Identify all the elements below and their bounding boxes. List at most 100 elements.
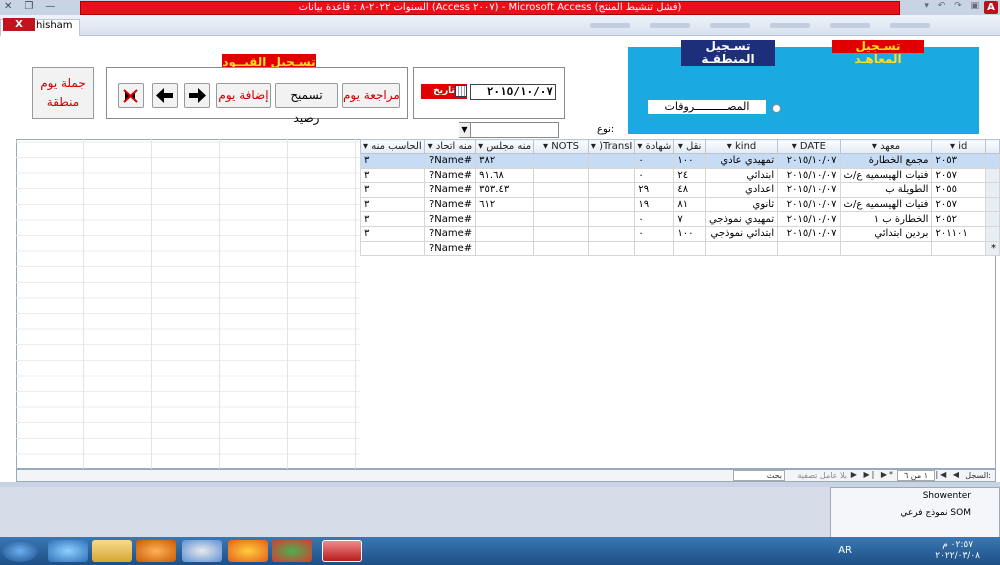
table-cell[interactable]: ٢٠١١٠١ — [931, 225, 986, 242]
table-cell[interactable]: ٢٠٥٧ — [931, 196, 986, 213]
search-input[interactable]: بحث — [733, 470, 785, 481]
col-computer[interactable]: الحاسب منه ▾ — [360, 139, 425, 154]
access-logo-icon[interactable]: A — [984, 1, 998, 14]
restore-window-icon[interactable]: ❐ — [24, 1, 33, 12]
delete-record-button[interactable] — [118, 83, 144, 108]
filter-label[interactable]: بلا عامل تصفية — [797, 471, 847, 480]
table-cell[interactable] — [587, 182, 636, 198]
table-cell[interactable] — [475, 225, 535, 242]
previous-record-button[interactable] — [152, 83, 178, 108]
table-cell[interactable] — [587, 153, 636, 169]
add-day-button[interactable]: إضافة يوم — [216, 83, 271, 108]
table-cell[interactable] — [533, 167, 589, 184]
table-cell[interactable]: تمهيدي نموذجي — [704, 211, 779, 227]
table-cell[interactable]: ٢٠١٥/١٠/٠٧ — [777, 182, 841, 198]
table-cell[interactable]: ٣٥٣.٤٣ — [475, 182, 535, 198]
close-window-icon[interactable]: ✕ — [4, 1, 12, 12]
table-cell[interactable] — [931, 240, 986, 257]
table-cell[interactable]: ابتدائي — [704, 167, 779, 184]
table-cell[interactable]: ٠ — [634, 153, 675, 169]
table-cell[interactable] — [704, 240, 779, 257]
date-input[interactable]: ٢٠١٥/١٠/٠٧ — [470, 84, 556, 100]
col-id[interactable]: id ▾ — [931, 139, 986, 154]
calendar-icon[interactable] — [455, 85, 467, 97]
table-cell[interactable] — [587, 225, 636, 242]
chevron-down-icon[interactable]: ▼ — [459, 123, 471, 137]
col-council[interactable]: منه مجلس ▾ — [475, 139, 535, 154]
type-combo[interactable] — [459, 122, 559, 138]
access-taskbar-icon[interactable] — [322, 540, 362, 562]
row-selector[interactable] — [984, 167, 1000, 184]
col-certificate[interactable]: شهادة ▾ — [634, 139, 675, 154]
table-cell[interactable]: ٠ — [634, 225, 675, 242]
table-cell[interactable]: ٧ — [673, 211, 706, 227]
preview-item[interactable]: Showenter — [831, 488, 999, 505]
table-cell[interactable]: #Name? — [423, 167, 477, 184]
ie-icon[interactable] — [48, 540, 88, 562]
start-button-icon[interactable] — [2, 540, 38, 562]
quick-access-toolbar[interactable]: ▾ ↶ ↷ ▣ — [902, 1, 982, 14]
table-cell[interactable]: الخطارة ب ١ — [839, 211, 933, 227]
preview-item[interactable]: نموذج فرعي SOM — [831, 505, 999, 522]
table-cell[interactable]: ٢٠١٥/١٠/٠٧ — [777, 153, 841, 169]
col-notes[interactable]: NOTS ▾ — [533, 139, 589, 154]
table-row[interactable]: * #Name? — [360, 240, 1000, 257]
table-cell[interactable]: ٢٩ — [634, 182, 675, 198]
review-day-button[interactable]: مراجعة يوم — [342, 83, 400, 108]
table-cell[interactable]: #Name? — [423, 182, 477, 198]
table-cell[interactable]: ٣ — [360, 211, 425, 227]
table-cell[interactable]: ثانوي — [704, 196, 779, 213]
table-cell[interactable]: #Name? — [423, 211, 477, 227]
day-summary-button[interactable]: جملة يوم منطقة — [32, 67, 94, 119]
table-cell[interactable]: #Name? — [423, 240, 477, 257]
table-cell[interactable] — [475, 240, 535, 257]
table-cell[interactable]: ٣ — [360, 225, 425, 242]
col-transl[interactable]: TransI( ▾ — [587, 139, 636, 154]
row-selector[interactable] — [984, 211, 1000, 227]
system-clock[interactable]: ٠٢:٥٧ م ٢٠٢٢/٠٣/٠٨ — [935, 540, 980, 562]
table-cell[interactable] — [533, 153, 589, 169]
table-cell[interactable]: ٢٠٥٣ — [931, 153, 986, 169]
media-player-icon[interactable] — [136, 540, 176, 562]
table-cell[interactable]: ٣٨٢ — [475, 153, 535, 169]
table-cell[interactable]: تمهيدي عادي — [704, 153, 779, 169]
table-cell[interactable] — [587, 167, 636, 184]
table-row[interactable]: ٢٠٥٢ الخطارة ب ١ ٢٠١٥/١٠/٠٧ تمهيدي نموذجي ٧ ٠… — [360, 211, 1000, 227]
ribbon-tabs[interactable] — [580, 20, 940, 32]
table-cell[interactable]: #Name? — [423, 153, 477, 169]
table-cell[interactable]: ٨١ — [673, 196, 706, 213]
record-position[interactable]: ١ من ٦ — [897, 470, 935, 481]
table-cell[interactable]: الطويلة ب — [839, 182, 933, 198]
chrome-alt-icon[interactable] — [182, 540, 222, 562]
table-cell[interactable] — [839, 240, 933, 257]
table-cell[interactable]: ٢٠١٥/١٠/٠٧ — [777, 225, 841, 242]
table-cell[interactable]: ٣ — [360, 153, 425, 169]
firefox-icon[interactable] — [228, 540, 268, 562]
table-cell[interactable]: #Name? — [423, 196, 477, 213]
table-cell[interactable]: بردين ابتدائي — [839, 225, 933, 242]
next-record-icon[interactable]: ▶ ▶| ▶* — [851, 470, 895, 479]
first-record-icon[interactable]: |◀ ◀ — [935, 470, 961, 479]
row-selector[interactable]: * — [984, 240, 1000, 257]
col-transfer[interactable]: نقل ▾ — [673, 139, 706, 154]
table-cell[interactable] — [533, 240, 589, 257]
table-cell[interactable]: ٢٤ — [673, 167, 706, 184]
table-cell[interactable]: ٣ — [360, 196, 425, 213]
table-row[interactable]: ٢٠٥٧ فتيات الهيسميه ع/ث ٢٠١٥/١٠/٠٧ ثانوي ٨١ ١… — [360, 196, 1000, 213]
table-cell[interactable]: ٢٠٥٧ — [931, 167, 986, 184]
close-document-button[interactable]: X — [3, 18, 35, 31]
col-kind[interactable]: kind ▾ — [704, 139, 779, 154]
row-selector[interactable] — [984, 182, 1000, 198]
table-cell[interactable]: ٣ — [360, 182, 425, 198]
table-row[interactable]: ٢٠٥٥ الطويلة ب ٢٠١٥/١٠/٠٧ اعدادي ٤٨ ٢٩ ٣٥٣.٤٣ #… — [360, 182, 1000, 198]
table-cell[interactable] — [673, 240, 706, 257]
expenses-radio[interactable] — [772, 104, 781, 113]
table-cell[interactable]: ٣ — [360, 167, 425, 184]
table-cell[interactable]: ١٠٠ — [673, 153, 706, 169]
table-cell[interactable]: ٠ — [634, 167, 675, 184]
explorer-icon[interactable] — [92, 540, 132, 562]
table-cell[interactable] — [634, 240, 675, 257]
table-cell[interactable]: ابتدائي نموذجي — [704, 225, 779, 242]
table-cell[interactable]: ١٠٠ — [673, 225, 706, 242]
table-cell[interactable] — [587, 240, 636, 257]
